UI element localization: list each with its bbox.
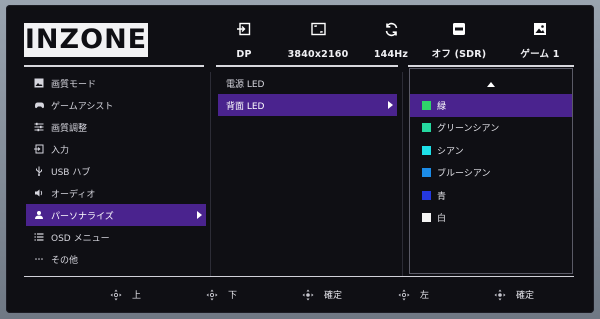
color-swatch (422, 213, 431, 223)
hint-label: 確定 (516, 291, 535, 301)
color-options: 緑 グリーンシアン シアン ブルーシアン 青 白 (410, 94, 572, 229)
column-divider (210, 72, 211, 276)
menu-item-label: 画質調整 (51, 123, 88, 134)
sub-menu-item-power-led[interactable]: 電源 LED (218, 72, 397, 94)
menu-item-picture-mode[interactable]: 画質モード (26, 72, 206, 94)
menu-item-label: 背面 LED (226, 101, 265, 112)
menu-item-label: OSD メニュー (51, 233, 110, 244)
hint-label: 確定 (324, 291, 343, 301)
status-input: DP (204, 22, 284, 61)
hint-confirm: 確定 (302, 288, 342, 301)
status-picture-mode-value: ゲーム 1 (520, 49, 560, 60)
chevron-right-icon (197, 211, 202, 219)
menu-item-label: 入力 (51, 145, 70, 156)
hint-left: 左 (398, 288, 429, 301)
hdr-icon (419, 22, 499, 38)
header-divider (408, 65, 574, 67)
menu-item-label: USB ハブ (51, 167, 91, 178)
menu-item-label: パーソナライズ (51, 211, 114, 222)
footer-divider (24, 276, 574, 277)
color-option-blue-cyan[interactable]: ブルーシアン (410, 162, 572, 185)
gamepad-icon (34, 100, 44, 110)
status-resolution: 3840x2160 (278, 22, 358, 61)
hint-up: 上 (110, 288, 141, 301)
color-swatch (422, 190, 431, 200)
scroll-up-icon[interactable] (487, 82, 495, 87)
menu-item-input[interactable]: 入力 (26, 138, 206, 160)
status-input-value: DP (236, 49, 252, 60)
menu-item-personalize[interactable]: パーソナライズ (26, 204, 206, 226)
speaker-icon (34, 188, 44, 198)
hint-label: 上 (132, 291, 142, 301)
color-option-blue[interactable]: 青 (410, 184, 572, 207)
inzone-logo: INZONE (24, 23, 148, 57)
picture-mode-icon (500, 22, 580, 38)
menu-item-label: 画質モード (51, 79, 97, 90)
status-hdr-value: オフ (SDR) (431, 49, 487, 60)
main-menu: 画質モード ゲームアシスト 画質調整 入力 USB ハブ オーディオ パーソナラ… (26, 72, 206, 270)
sub-menu: 電源 LED 背面 LED (218, 72, 397, 116)
color-swatch (422, 145, 431, 155)
person-icon (34, 210, 44, 220)
status-refresh-rate-value: 144Hz (373, 49, 409, 60)
chevron-right-icon (388, 101, 393, 109)
color-swatch (422, 123, 431, 133)
hint-down: 下 (206, 288, 237, 301)
color-option-green-cyan[interactable]: グリーンシアン (410, 117, 572, 140)
status-picture-mode: ゲーム 1 (500, 22, 580, 61)
menu-item-osd-menu[interactable]: OSD メニュー (26, 226, 206, 248)
hint-label: 下 (228, 291, 238, 301)
usb-icon (34, 166, 44, 176)
color-option-white[interactable]: 白 (410, 207, 572, 230)
menu-item-label: ゲームアシスト (51, 101, 114, 112)
dpad-down-icon (206, 289, 218, 301)
input-icon (34, 144, 44, 154)
header-divider (24, 65, 204, 67)
input-icon (204, 22, 284, 38)
color-option-label: シアン (437, 146, 464, 157)
sub-menu-item-back-led[interactable]: 背面 LED (218, 94, 397, 116)
dpad-left-icon (398, 289, 410, 301)
led-color-list: 緑 グリーンシアン シアン ブルーシアン 青 白 (409, 68, 573, 274)
color-option-green[interactable]: 緑 (410, 94, 572, 117)
color-option-label: グリーンシアン (437, 124, 500, 135)
menu-item-game-assist[interactable]: ゲームアシスト (26, 94, 206, 116)
header-divider (216, 65, 398, 67)
menu-item-label: その他 (51, 255, 79, 266)
list-icon (34, 232, 44, 242)
menu-item-other[interactable]: その他 (26, 248, 206, 270)
status-resolution-value: 3840x2160 (287, 49, 349, 60)
column-divider (402, 72, 403, 276)
status-hdr: オフ (SDR) (419, 22, 499, 61)
dpad-press-icon (494, 289, 506, 301)
menu-item-picture-adjust[interactable]: 画質調整 (26, 116, 206, 138)
color-option-label: 白 (437, 214, 447, 225)
color-option-label: 青 (437, 191, 447, 202)
menu-item-label: オーディオ (51, 189, 96, 200)
color-swatch (422, 100, 431, 110)
menu-item-usb-hub[interactable]: USB ハブ (26, 160, 206, 182)
picture-mode-icon (34, 78, 44, 88)
dpad-up-icon (110, 289, 122, 301)
color-swatch (422, 168, 431, 178)
dpad-press-icon (302, 289, 314, 301)
sliders-icon (34, 122, 44, 132)
menu-item-audio[interactable]: オーディオ (26, 182, 206, 204)
color-option-cyan[interactable]: シアン (410, 139, 572, 162)
more-icon (34, 254, 44, 264)
color-option-label: 緑 (437, 101, 447, 112)
hint-label: 左 (420, 291, 430, 301)
menu-item-label: 電源 LED (226, 79, 265, 90)
resolution-icon (278, 22, 358, 38)
color-option-label: ブルーシアン (437, 169, 491, 180)
hint-confirm: 確定 (494, 288, 534, 301)
